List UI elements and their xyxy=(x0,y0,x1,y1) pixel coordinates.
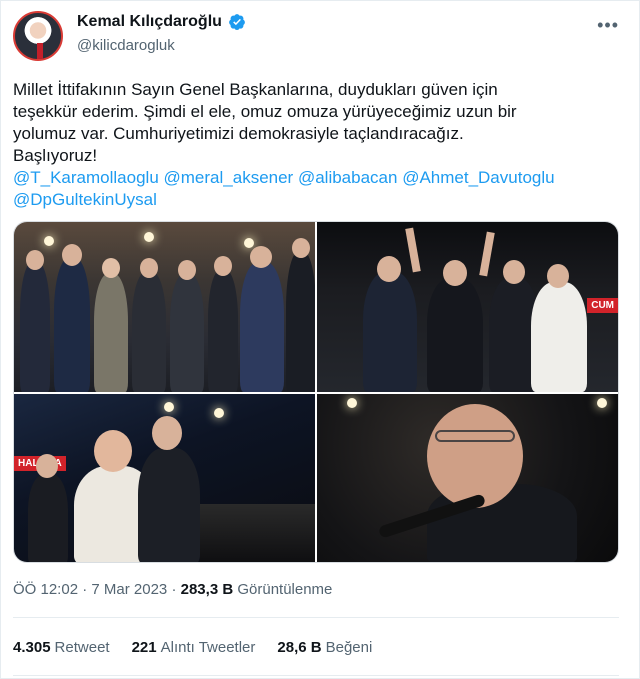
author-name-row: Kemal Kılıçdaroğlu xyxy=(77,13,246,31)
photo-2[interactable]: CUM xyxy=(317,222,618,392)
photo-1[interactable] xyxy=(14,222,315,392)
retweets-count: 4.305 xyxy=(13,639,51,656)
avatar-tie xyxy=(37,43,43,59)
likes-stat[interactable]: 28,6 B Beğeni xyxy=(277,639,372,656)
tweet-meta: ÖÖ 12:02 · 7 Mar 2023 · 283,3 B Görüntül… xyxy=(13,581,332,598)
photo-3[interactable]: HALK PA xyxy=(14,394,315,562)
meta-separator: · xyxy=(82,581,88,598)
views-count: 283,3 B xyxy=(180,581,234,598)
more-options-icon[interactable]: ••• xyxy=(597,15,619,36)
author-display-name[interactable]: Kemal Kılıçdaroğlu xyxy=(77,13,222,31)
retweets-label: Retweet xyxy=(54,639,110,656)
mention-link[interactable]: @alibabacan xyxy=(298,168,398,187)
tweet-stats: 4.305 Retweet 221 Alıntı Tweetler 28,6 B Be… xyxy=(13,639,372,656)
divider xyxy=(13,617,619,618)
mention-link[interactable]: @DpGultekinUysal xyxy=(13,190,157,209)
photo-4[interactable] xyxy=(317,394,618,562)
mentions-line-2: @DpGultekinUysal xyxy=(13,189,613,211)
mentions-line-1: @T_Karamollaoglu @meral_aksener @alibaba… xyxy=(13,167,613,189)
mention-link[interactable]: @T_Karamollaoglu xyxy=(13,168,159,187)
tweet-text: Millet İttifakının Sayın Genel Başkanlar… xyxy=(13,79,613,211)
verified-badge-icon xyxy=(229,14,245,31)
meta-separator: · xyxy=(171,581,177,598)
likes-label: Beğeni xyxy=(325,639,373,656)
tweet-text-line: Başlıyoruz! xyxy=(13,146,98,165)
quotes-count: 221 xyxy=(131,639,157,656)
photo-banner: CUM xyxy=(587,298,618,313)
quotes-stat[interactable]: 221 Alıntı Tweetler xyxy=(132,639,256,656)
mention-link[interactable]: @Ahmet_Davutoglu xyxy=(402,168,554,187)
tweet-text-line: yolumuz var. Cumhuriyetimizi demokrasiyl… xyxy=(13,124,464,143)
views-label: Görüntülenme xyxy=(237,581,333,598)
quotes-label: Alıntı Tweetler xyxy=(160,639,256,656)
author-handle[interactable]: @kilicdarogluk xyxy=(77,37,175,54)
divider xyxy=(13,675,619,676)
tweet-date[interactable]: 7 Mar 2023 xyxy=(91,581,167,598)
tweet-text-line: Millet İttifakının Sayın Genel Başkanlar… xyxy=(13,80,498,99)
media-grid: CUM HALK PA xyxy=(13,221,619,563)
tweet-card: Kemal Kılıçdaroğlu @kilicdarogluk ••• Mi… xyxy=(0,0,640,679)
tweet-text-line: teşekkür ederim. Şimdi el ele, omuz omuz… xyxy=(13,102,517,121)
likes-count: 28,6 B xyxy=(277,639,322,656)
mention-link[interactable]: @meral_aksener xyxy=(164,168,294,187)
retweets-stat[interactable]: 4.305 Retweet xyxy=(13,639,110,656)
tweet-time[interactable]: ÖÖ 12:02 xyxy=(13,581,78,598)
author-avatar[interactable] xyxy=(13,11,63,61)
